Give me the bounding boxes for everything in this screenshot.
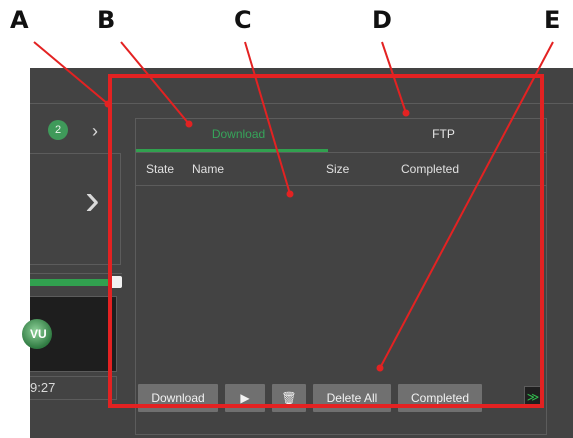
callout-c: C bbox=[234, 6, 252, 34]
chevron-right-icon[interactable]: › bbox=[92, 121, 98, 142]
channel-badge[interactable]: 2 bbox=[48, 120, 68, 140]
progress-bar bbox=[30, 279, 110, 286]
callout-d: D bbox=[372, 6, 392, 34]
callout-e: E bbox=[544, 6, 561, 34]
clip-time: 9:27 bbox=[30, 376, 117, 400]
callout-a: A bbox=[10, 6, 29, 34]
large-chevron-right-icon[interactable]: › bbox=[85, 178, 100, 222]
video-thumbnail[interactable]: VU bbox=[22, 296, 117, 372]
callout-b: B bbox=[97, 6, 116, 34]
highlight-frame bbox=[108, 74, 544, 408]
logo-text: VU bbox=[30, 327, 47, 341]
